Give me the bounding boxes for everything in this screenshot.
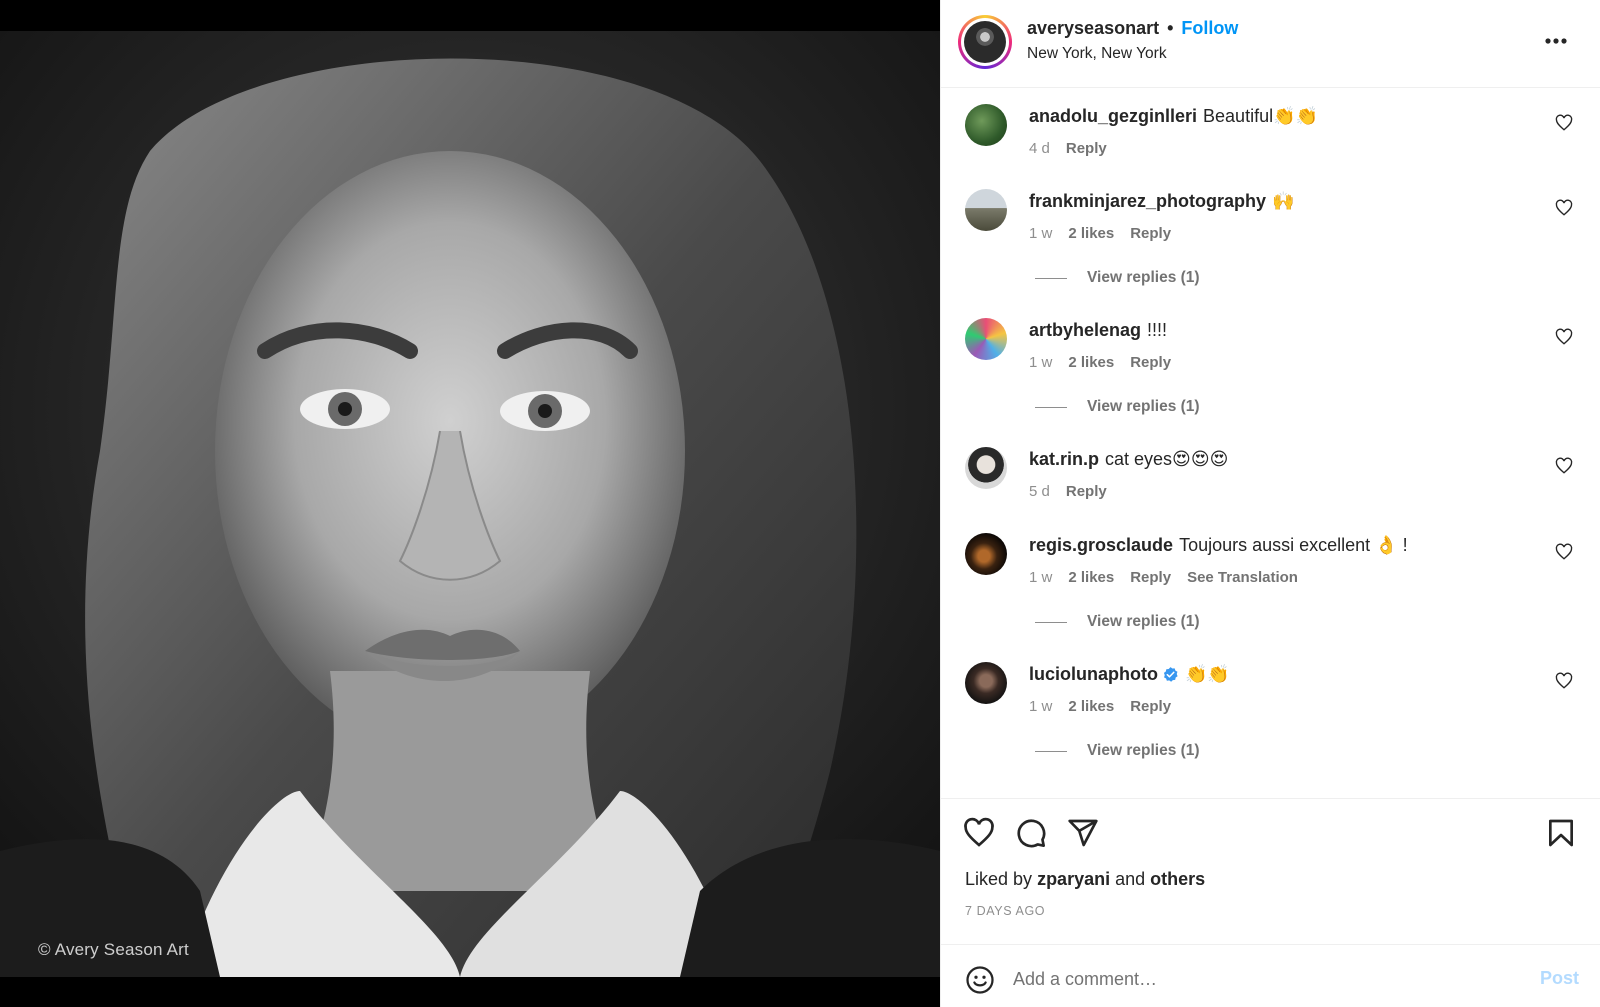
- comments-list[interactable]: anadolu_gezginlleri Beautiful👏👏 4 d Repl…: [941, 88, 1600, 798]
- comment-text: 👏👏: [1184, 664, 1230, 684]
- comment-reply-button[interactable]: Reply: [1130, 698, 1171, 715]
- commenter-avatar[interactable]: [965, 662, 1007, 704]
- comment-time[interactable]: 1 w: [1029, 354, 1052, 371]
- comment-text: cat eyes😍😍😍: [1105, 449, 1229, 469]
- author-avatar-frame: [961, 18, 1009, 66]
- comment-bubble-icon[interactable]: [1015, 817, 1047, 849]
- comment-reply-button[interactable]: Reply: [1130, 354, 1171, 371]
- comment-likes-count[interactable]: 2 likes: [1068, 354, 1114, 371]
- comment-text: 🙌: [1272, 191, 1295, 211]
- liked-by-middle: and: [1115, 869, 1146, 889]
- commenter-avatar[interactable]: [965, 318, 1007, 360]
- commenter-avatar[interactable]: [965, 447, 1007, 489]
- comment-line: frankminjarez_photography 🙌: [1029, 191, 1294, 212]
- liked-by-user[interactable]: zparyani: [1037, 869, 1110, 889]
- replies-divider: [1035, 406, 1067, 408]
- comment-reply-button[interactable]: Reply: [1130, 569, 1171, 586]
- comment-like-heart-icon[interactable]: [1555, 672, 1573, 690]
- comment-text: !!!!: [1147, 320, 1168, 340]
- commenter-avatar[interactable]: [965, 104, 1007, 146]
- comment-username[interactable]: artbyhelenag: [1029, 320, 1141, 341]
- comment-time[interactable]: 1 w: [1029, 698, 1052, 715]
- comment-time[interactable]: 5 d: [1029, 483, 1050, 500]
- post-comment-button[interactable]: Post: [1540, 968, 1579, 989]
- comment-line: artbyhelenag !!!!: [1029, 320, 1167, 341]
- comment-username[interactable]: regis.grosclaude: [1029, 535, 1173, 556]
- comment-like-heart-icon[interactable]: [1555, 114, 1573, 132]
- view-replies-label: View replies (1): [1087, 269, 1200, 286]
- more-horizontal-icon: [1545, 38, 1567, 44]
- liked-by-others[interactable]: others: [1150, 869, 1205, 889]
- view-replies-button[interactable]: View replies (1): [1029, 269, 1200, 287]
- post-media[interactable]: © Avery Season Art: [0, 0, 940, 1007]
- comment-meta: 4 d Reply: [1029, 140, 1107, 157]
- comment-username[interactable]: luciolunaphoto: [1029, 664, 1158, 685]
- comment-like-heart-icon[interactable]: [1555, 457, 1573, 475]
- comment-like-heart-icon[interactable]: [1555, 199, 1573, 217]
- comment-text: Beautiful👏👏: [1203, 106, 1318, 126]
- see-translation-button[interactable]: See Translation: [1187, 569, 1298, 586]
- post-timestamp[interactable]: 7 DAYS AGO: [965, 904, 1045, 918]
- comment-meta: 5 d Reply: [1029, 483, 1107, 500]
- comment-meta: 1 w 2 likes Reply: [1029, 698, 1171, 715]
- post-side-panel: averyseasonart • Follow New York, New Yo…: [940, 0, 1600, 1007]
- post-actions: Liked by zparyani and others 7 DAYS AGO: [941, 798, 1600, 943]
- comment-meta: 1 w 2 likes Reply: [1029, 225, 1171, 242]
- commenter-avatar[interactable]: [965, 189, 1007, 231]
- comment-line: anadolu_gezginlleri Beautiful👏👏: [1029, 106, 1318, 127]
- comment-meta: 1 w 2 likes Reply: [1029, 354, 1171, 371]
- post-location[interactable]: New York, New York: [1027, 45, 1167, 63]
- comment-like-heart-icon[interactable]: [1555, 543, 1573, 561]
- comment-username[interactable]: kat.rin.p: [1029, 449, 1099, 470]
- portrait-image: [0, 31, 940, 977]
- author-username[interactable]: averyseasonart: [1027, 18, 1159, 39]
- view-replies-button[interactable]: View replies (1): [1029, 742, 1200, 760]
- comment-likes-count[interactable]: 2 likes: [1068, 225, 1114, 242]
- emoji-smile-icon[interactable]: [965, 965, 995, 995]
- photo-watermark: © Avery Season Art: [38, 940, 189, 959]
- author-line: averyseasonart • Follow: [1027, 18, 1238, 39]
- liked-by-prefix: Liked by: [965, 869, 1033, 889]
- comment-reply-button[interactable]: Reply: [1066, 483, 1107, 500]
- add-comment-bar: Post: [941, 944, 1600, 1007]
- post-photo[interactable]: [0, 31, 940, 977]
- comment-time[interactable]: 1 w: [1029, 225, 1052, 242]
- comment-line: luciolunaphoto 👏👏: [1029, 664, 1230, 685]
- view-replies-label: View replies (1): [1087, 613, 1200, 630]
- bookmark-icon[interactable]: [1545, 817, 1577, 849]
- comment-text: Toujours aussi excellent 👌 !: [1179, 535, 1408, 555]
- paper-plane-icon[interactable]: [1067, 817, 1099, 849]
- comment-time[interactable]: 1 w: [1029, 569, 1052, 586]
- view-replies-button[interactable]: View replies (1): [1029, 613, 1200, 631]
- comment-username[interactable]: frankminjarez_photography: [1029, 191, 1266, 212]
- replies-divider: [1035, 621, 1067, 623]
- comment-username[interactable]: anadolu_gezginlleri: [1029, 106, 1197, 127]
- author-avatar-story-ring[interactable]: [958, 15, 1012, 69]
- view-replies-label: View replies (1): [1087, 742, 1200, 759]
- view-replies-label: View replies (1): [1087, 398, 1200, 415]
- post-header: averyseasonart • Follow New York, New Yo…: [941, 0, 1600, 88]
- separator-dot: •: [1167, 18, 1174, 38]
- comment-reply-button[interactable]: Reply: [1066, 140, 1107, 157]
- view-replies-button[interactable]: View replies (1): [1029, 398, 1200, 416]
- liked-by-summary: Liked by zparyani and others: [965, 869, 1205, 890]
- comment-meta: 1 w 2 likes Reply See Translation: [1029, 569, 1298, 586]
- replies-divider: [1035, 277, 1067, 279]
- comment-like-heart-icon[interactable]: [1555, 328, 1573, 346]
- follow-button[interactable]: Follow: [1181, 18, 1238, 39]
- verified-badge-icon: [1163, 667, 1178, 682]
- comment-input[interactable]: [1013, 959, 1513, 999]
- comment-reply-button[interactable]: Reply: [1130, 225, 1171, 242]
- comment-line: regis.grosclaude Toujours aussi excellen…: [1029, 535, 1408, 556]
- author-avatar[interactable]: [964, 21, 1006, 63]
- comment-line: kat.rin.p cat eyes😍😍😍: [1029, 449, 1228, 470]
- commenter-avatar[interactable]: [965, 533, 1007, 575]
- comment-likes-count[interactable]: 2 likes: [1068, 698, 1114, 715]
- comment-time[interactable]: 4 d: [1029, 140, 1050, 157]
- comment-likes-count[interactable]: 2 likes: [1068, 569, 1114, 586]
- replies-divider: [1035, 750, 1067, 752]
- heart-icon[interactable]: [963, 817, 995, 849]
- more-options-button[interactable]: [1541, 26, 1571, 56]
